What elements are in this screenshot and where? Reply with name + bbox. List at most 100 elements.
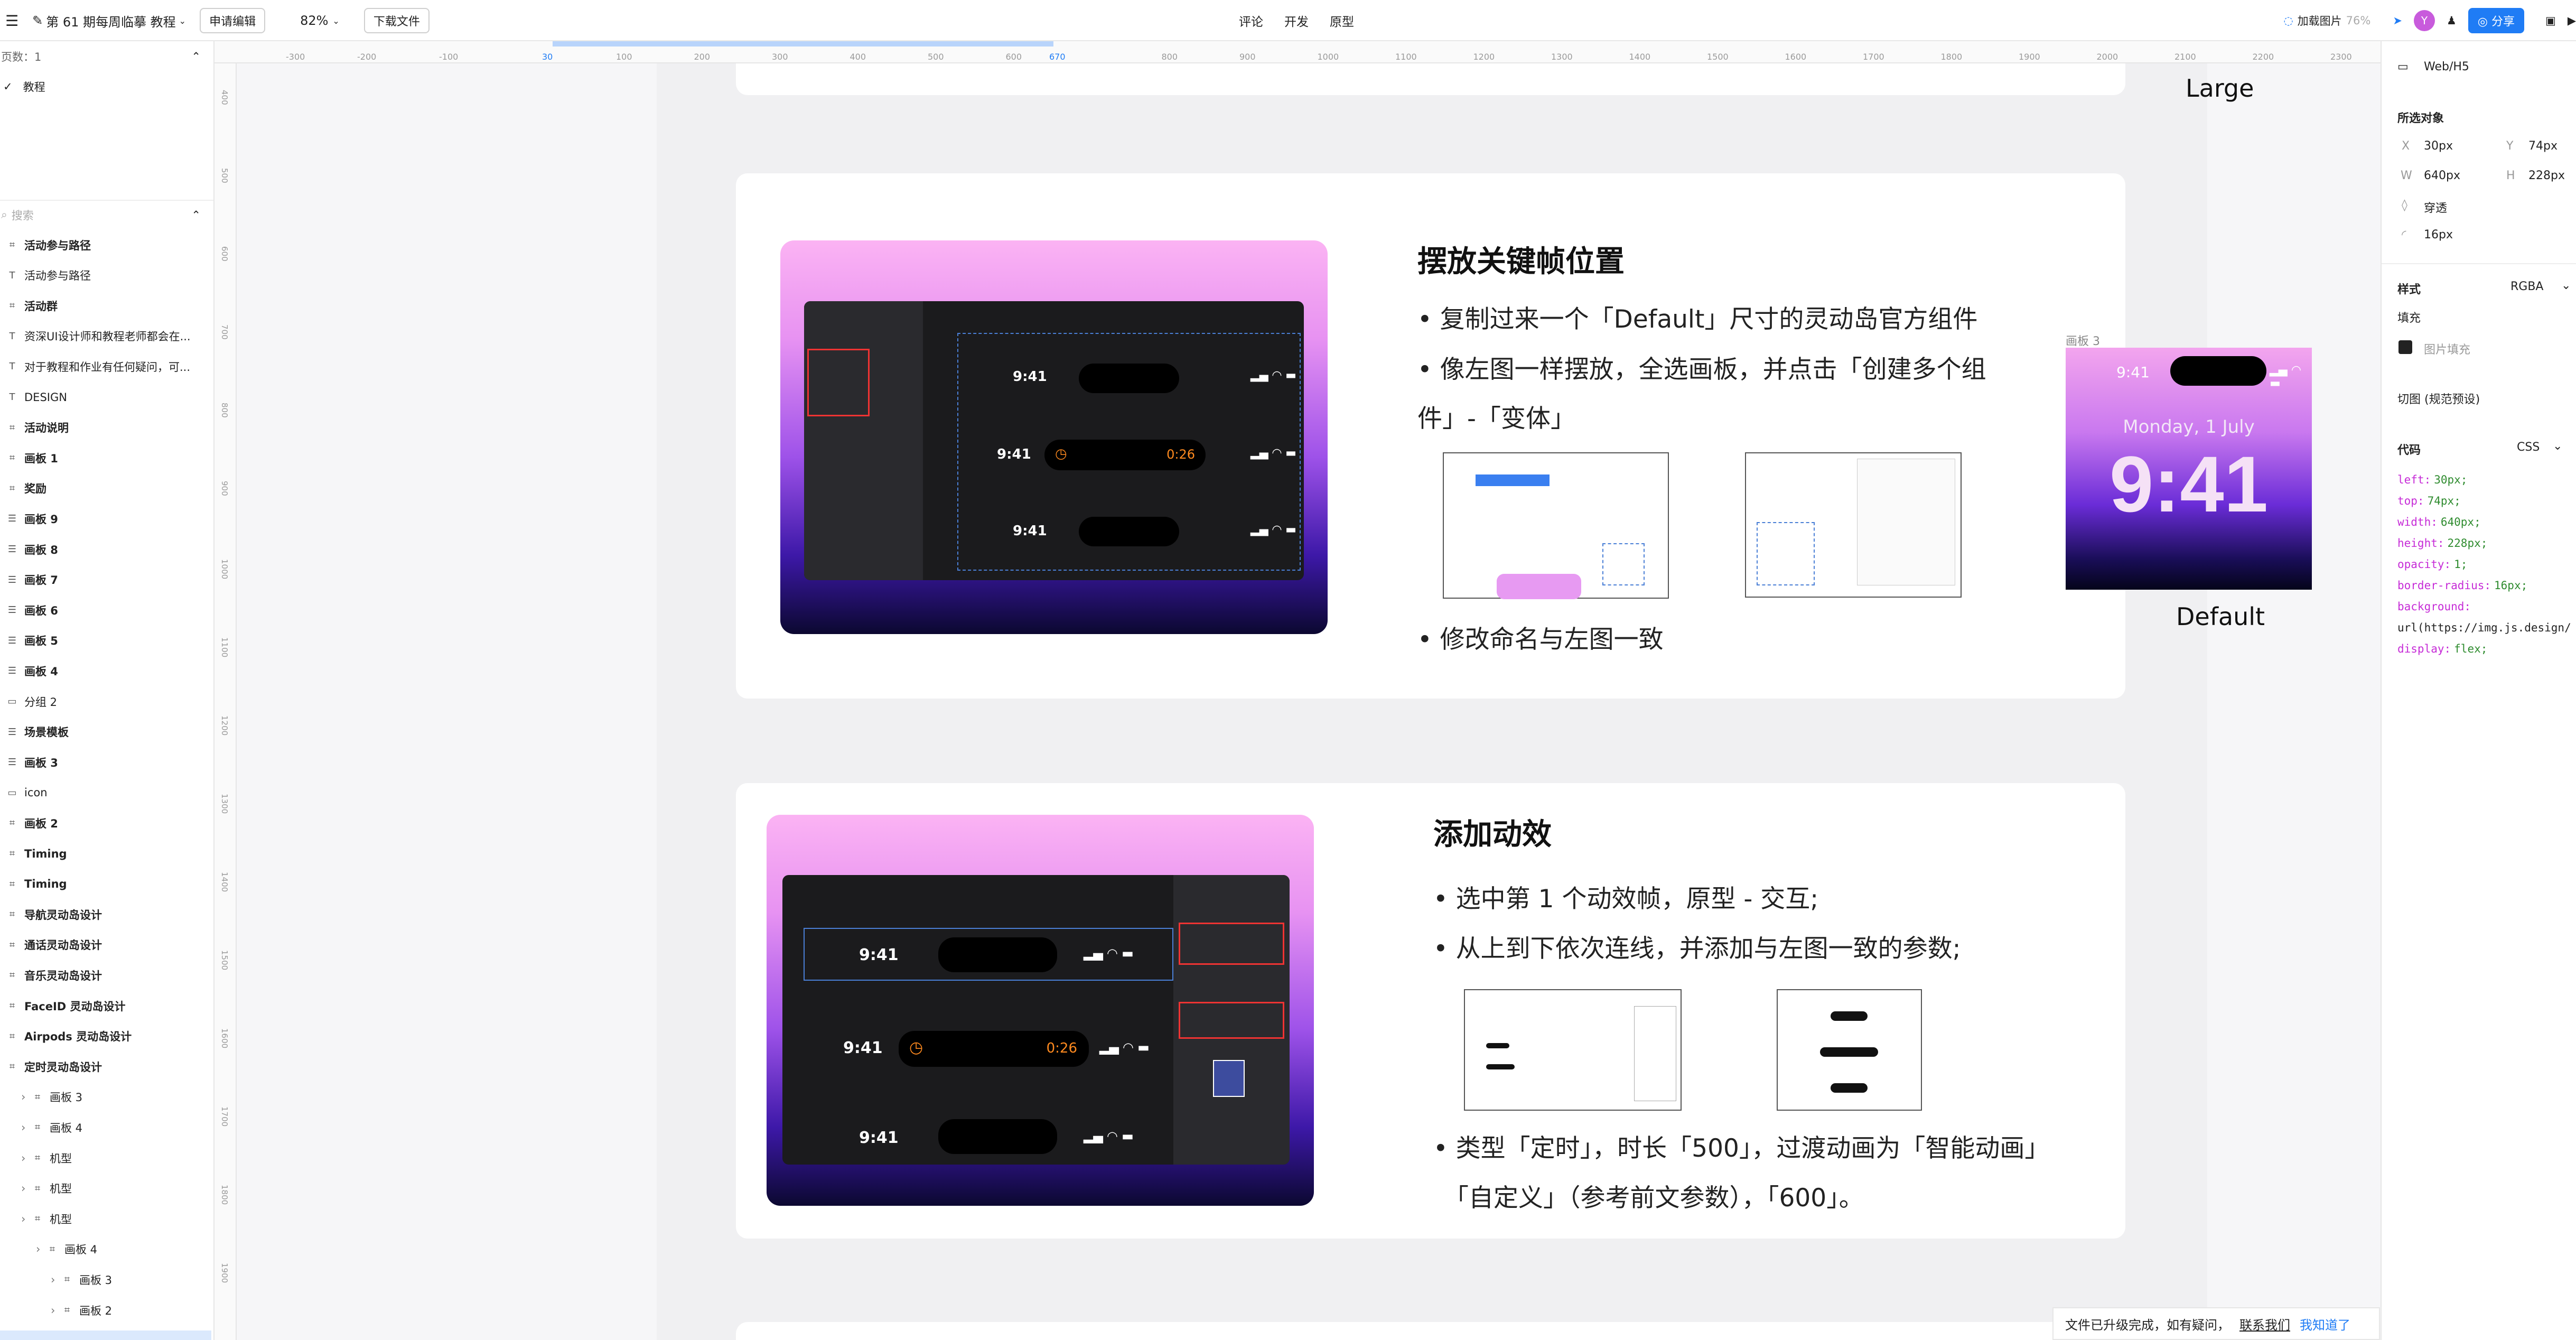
screenshot-thumbnail [1745,452,1962,598]
platform-label[interactable]: Web/H5 [2424,60,2469,73]
layer-item[interactable]: ☰ 画板 7 [0,565,213,595]
share-button[interactable]: ◎ 分享 [2468,8,2524,33]
layer-item[interactable]: › ⌗ 画板 2 [0,1295,213,1325]
load-image-status: ◌ 加载图片 76% [2283,13,2370,29]
tab-develop[interactable]: 开发 [1284,12,1309,30]
zoom-select[interactable]: 82% ⌄ [300,13,340,28]
selected-layer-highlight[interactable] [0,1330,211,1340]
layer-item[interactable]: ⌗ 活动群 [0,291,213,321]
layer-item[interactable]: ⌗ 活动说明 [0,413,213,443]
blend-mode-value[interactable]: 穿透 [2424,199,2447,216]
layer-item[interactable]: ☰ 画板 8 [0,534,213,564]
chevron-down-icon: ⌄ [179,15,186,26]
chevron-right-icon[interactable]: › [21,1152,29,1165]
layer-item[interactable]: ⌗ 画板 2 [0,808,213,838]
layer-item[interactable]: ⌗ Timing [0,869,213,899]
layer-item[interactable]: ⌗ 导航灵动岛设计 [0,899,213,929]
layer-item[interactable]: ☰ 画板 6 [0,595,213,625]
y-value[interactable]: 74px [2528,139,2558,153]
layer-item[interactable]: T 资深UI设计师和教程老师都会在... [0,321,213,351]
menu-icon[interactable]: ☰ [5,12,18,30]
image-icon[interactable]: ▣ [2545,14,2556,27]
avatar[interactable]: Y [2413,10,2435,31]
layer-item[interactable]: ☰ 画板 5 [0,626,213,656]
text-icon: T [9,330,15,342]
radius-value[interactable]: 16px [2424,228,2453,241]
toast-message: 文件已升级完成，如有疑问， [2065,1317,2230,1333]
play-icon[interactable]: ▶ [2568,14,2576,27]
layer-item[interactable]: › ⌗ 画板 3 [0,1264,213,1295]
layer-item[interactable]: ☰ 画板 4 [0,656,213,686]
code-language-select[interactable]: CSS [2517,441,2540,454]
page-item[interactable]: ✓ 教程 [0,71,213,101]
chevron-right-icon[interactable]: › [21,1182,29,1195]
layer-item[interactable]: ⌗ 奖励 [0,473,213,504]
download-button[interactable]: 下载文件 [363,8,430,33]
people-icon[interactable]: ♟ [2447,14,2457,27]
layer-item[interactable]: ⌗ 定时灵动岛设计 [0,1051,213,1082]
layer-item[interactable]: T DESIGN [0,382,213,412]
section-card-animation: 9:41 ▂▄ ◠ ▬ 9:41 ◷ 0:26 ▂▄ ◠ ▬ 9:41 ▂▄ ◠… [736,783,2125,1239]
preview-status-icons: ▂▄ ◠ ▬ [2270,364,2302,390]
chevron-right-icon[interactable]: › [21,1121,29,1134]
layer-item[interactable]: ⌗ 活动参与路径 [0,230,213,260]
layer-item[interactable]: › ⌗ 画板 3 [0,1082,213,1112]
apply-edit-button[interactable]: 申请编辑 [200,8,266,33]
layer-item[interactable]: T 对于教程和作业有任何疑问，可... [0,351,213,381]
preview-status-time: 9:41 [2116,364,2150,381]
w-value[interactable]: 640px [2424,169,2460,182]
x-value[interactable]: 30px [2424,139,2453,153]
chevron-right-icon[interactable]: › [21,1213,29,1225]
layer-item[interactable]: › ⌗ 机型 [0,1174,213,1204]
layer-item[interactable]: › ⌗ 机型 [0,1143,213,1173]
canvas[interactable]: 9:41 ▂▄ ◠ ▬ 9:41 ◷ 0:26 ▂▄ ◠ ▬ 9:41 ▂▄ ◠… [237,63,2381,1340]
cursor-icon[interactable]: ➤ [2393,14,2402,27]
ruler-tick: 2200 [2252,52,2274,62]
project-title[interactable]: ✎ 第 61 期每周临摹 教程 ⌄ [32,12,186,30]
layer-item[interactable]: ☰ 画板 3 [0,747,213,777]
frame-icon: ⌗ [9,1061,15,1073]
layer-item[interactable]: ▭ icon [0,778,213,808]
layer-label: 奖励 [24,482,46,496]
code-value: flex; [2454,643,2488,655]
fill-swatch[interactable] [2398,340,2412,354]
ruler-tick: 1700 [220,1106,229,1127]
tab-comment[interactable]: 评论 [1239,12,1263,30]
share-label: 分享 [2491,15,2515,29]
layer-item[interactable]: ☰ 场景模板 [0,717,213,747]
contact-link[interactable]: 联系我们 [2239,1315,2290,1333]
chevron-right-icon[interactable]: › [36,1243,43,1255]
timer-text: 0:26 [1166,447,1195,462]
search-input[interactable]: 搜索 [12,207,34,223]
frame-icon: ⌗ [9,909,15,920]
color-format-select[interactable]: RGBA [2510,280,2543,293]
h-value[interactable]: 228px [2528,169,2565,182]
layer-item[interactable]: ⌗ 通话灵动岛设计 [0,930,213,960]
chevron-right-icon[interactable]: › [51,1304,58,1317]
pages-header[interactable]: 页数：1 ⌃ [0,41,213,71]
slice-preset[interactable]: 切图 (规范预设) [2397,390,2480,407]
layer-item[interactable]: › ⌗ 画板 4 [0,1112,213,1142]
preview-date: Monday, 1 July [2123,416,2255,438]
chevron-up-icon[interactable]: ⌃ [191,50,201,63]
layer-label: 画板 6 [24,604,58,617]
layer-search[interactable]: ⌕ 搜索 ⌃ [0,200,213,230]
chevron-right-icon[interactable]: › [51,1273,58,1286]
layer-item[interactable]: ⌗ Airpods 灵动岛设计 [0,1021,213,1051]
layer-item[interactable]: ⌗ 画板 1 [0,443,213,473]
layer-item[interactable]: ⌗ 音乐灵动岛设计 [0,960,213,990]
layer-item[interactable]: ⌗ FaceID 灵动岛设计 [0,991,213,1021]
layer-item[interactable]: T 活动参与路径 [0,260,213,291]
tab-prototype[interactable]: 原型 [1330,12,1354,30]
dismiss-button[interactable]: 我知道了 [2300,1315,2350,1333]
collapse-all-icon[interactable]: ⌃ [191,209,201,221]
default-preview-frame[interactable]: 9:41 ▂▄ ◠ ▬ Monday, 1 July 9:41 [2066,348,2312,590]
chevron-right-icon[interactable]: › [21,1091,29,1103]
folder-icon: ▭ [7,696,17,707]
layer-item[interactable]: ⌗ Timing [0,839,213,869]
mini-panel [1634,1006,1676,1101]
layer-item[interactable]: › ⌗ 机型 [0,1204,213,1234]
layer-item[interactable]: ☰ 画板 9 [0,504,213,534]
layer-item[interactable]: ▭ 分组 2 [0,686,213,716]
layer-item[interactable]: › ⌗ 画板 4 [0,1234,213,1264]
